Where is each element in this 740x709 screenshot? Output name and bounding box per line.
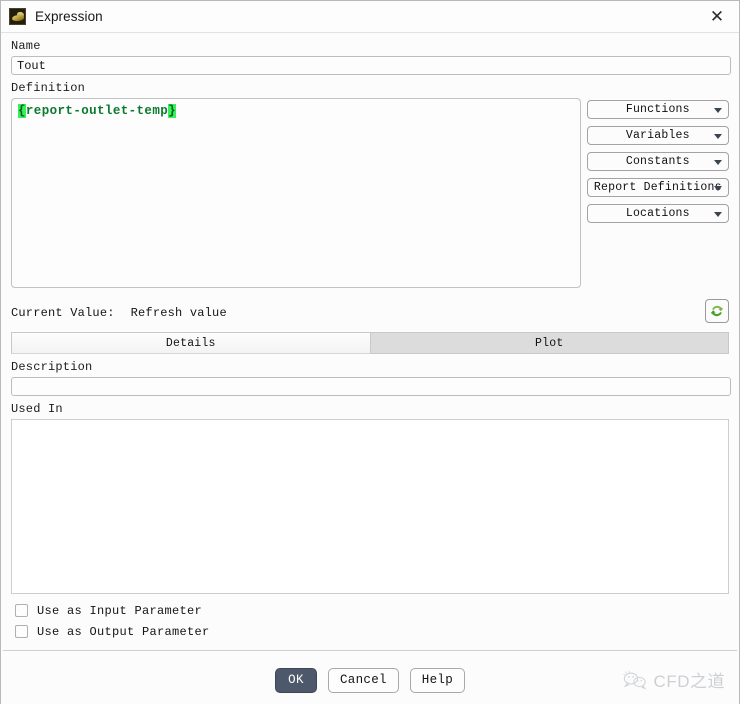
chevron-down-icon	[714, 159, 722, 165]
dropdown-locations-label: Locations	[625, 207, 690, 220]
description-input[interactable]	[11, 377, 731, 396]
checkbox-input-label: Use as Input Parameter	[37, 603, 203, 618]
dropdown-report-definitions-label: Report Definitions	[593, 181, 722, 194]
tab-plot[interactable]: Plot	[370, 332, 729, 354]
ok-button[interactable]: OK	[274, 667, 317, 693]
dialog-footer: OK Cancel Help CFD之道	[1, 651, 739, 709]
checkbox-output-label: Use as Output Parameter	[37, 624, 210, 639]
refresh-icon[interactable]	[705, 299, 729, 323]
window-title: Expression	[35, 9, 103, 24]
expression-dialog: Expression ✕ Name Definition {report-out…	[0, 0, 740, 704]
current-value-label: Current Value:	[11, 306, 115, 320]
definition-close-brace: }	[168, 104, 177, 118]
checkbox-output-box[interactable]	[15, 625, 28, 638]
tab-details-label: Details	[165, 336, 216, 350]
checkbox-input-box[interactable]	[15, 604, 28, 617]
tab-details[interactable]: Details	[11, 332, 371, 354]
definition-row: {report-outlet-temp} Functions Variables…	[11, 98, 729, 288]
current-value-row: Current Value: Refresh value	[11, 298, 729, 328]
insert-menu-column: Functions Variables Constants Report Def…	[586, 98, 729, 223]
used-in-label: Used In	[11, 402, 63, 416]
details-plot-tabstrip: Details Plot	[11, 332, 729, 354]
dropdown-variables-label: Variables	[625, 129, 690, 142]
chevron-down-icon	[714, 133, 722, 139]
wechat-icon	[622, 670, 647, 690]
chevron-down-icon	[714, 211, 722, 217]
dialog-body: Name Definition {report-outlet-temp} Fun…	[1, 33, 739, 704]
watermark-text: CFD之道	[653, 672, 725, 691]
cancel-button[interactable]: Cancel	[327, 667, 399, 693]
definition-editor[interactable]: {report-outlet-temp}	[11, 98, 581, 288]
chevron-down-icon	[714, 185, 722, 191]
description-label: Description	[11, 360, 93, 374]
watermark: CFD之道	[622, 667, 725, 692]
name-label: Name	[11, 39, 41, 53]
checkbox-use-as-output-parameter[interactable]: Use as Output Parameter	[15, 621, 739, 642]
used-in-list[interactable]	[11, 419, 729, 594]
chevron-down-icon	[714, 107, 722, 113]
dropdown-constants-label: Constants	[625, 155, 690, 168]
dropdown-variables[interactable]: Variables	[586, 126, 729, 145]
dropdown-report-definitions[interactable]: Report Definitions	[586, 178, 729, 197]
definition-open-brace: {	[18, 104, 26, 118]
dropdown-locations[interactable]: Locations	[586, 204, 729, 223]
dropdown-constants[interactable]: Constants	[586, 152, 729, 171]
dropdown-functions[interactable]: Functions	[586, 100, 729, 119]
definition-code: {report-outlet-temp}	[18, 104, 574, 118]
title-bar: Expression ✕	[1, 1, 739, 33]
current-value-text: Refresh value	[130, 306, 227, 320]
help-button[interactable]: Help	[409, 667, 466, 693]
name-input[interactable]	[11, 56, 731, 75]
checkbox-use-as-input-parameter[interactable]: Use as Input Parameter	[15, 600, 739, 621]
expression-app-icon	[9, 8, 26, 25]
definition-label: Definition	[11, 81, 86, 95]
tab-plot-label: Plot	[535, 336, 564, 350]
dropdown-functions-label: Functions	[625, 103, 690, 116]
close-icon[interactable]: ✕	[695, 1, 739, 32]
definition-identifier: report-outlet-temp	[25, 104, 169, 118]
